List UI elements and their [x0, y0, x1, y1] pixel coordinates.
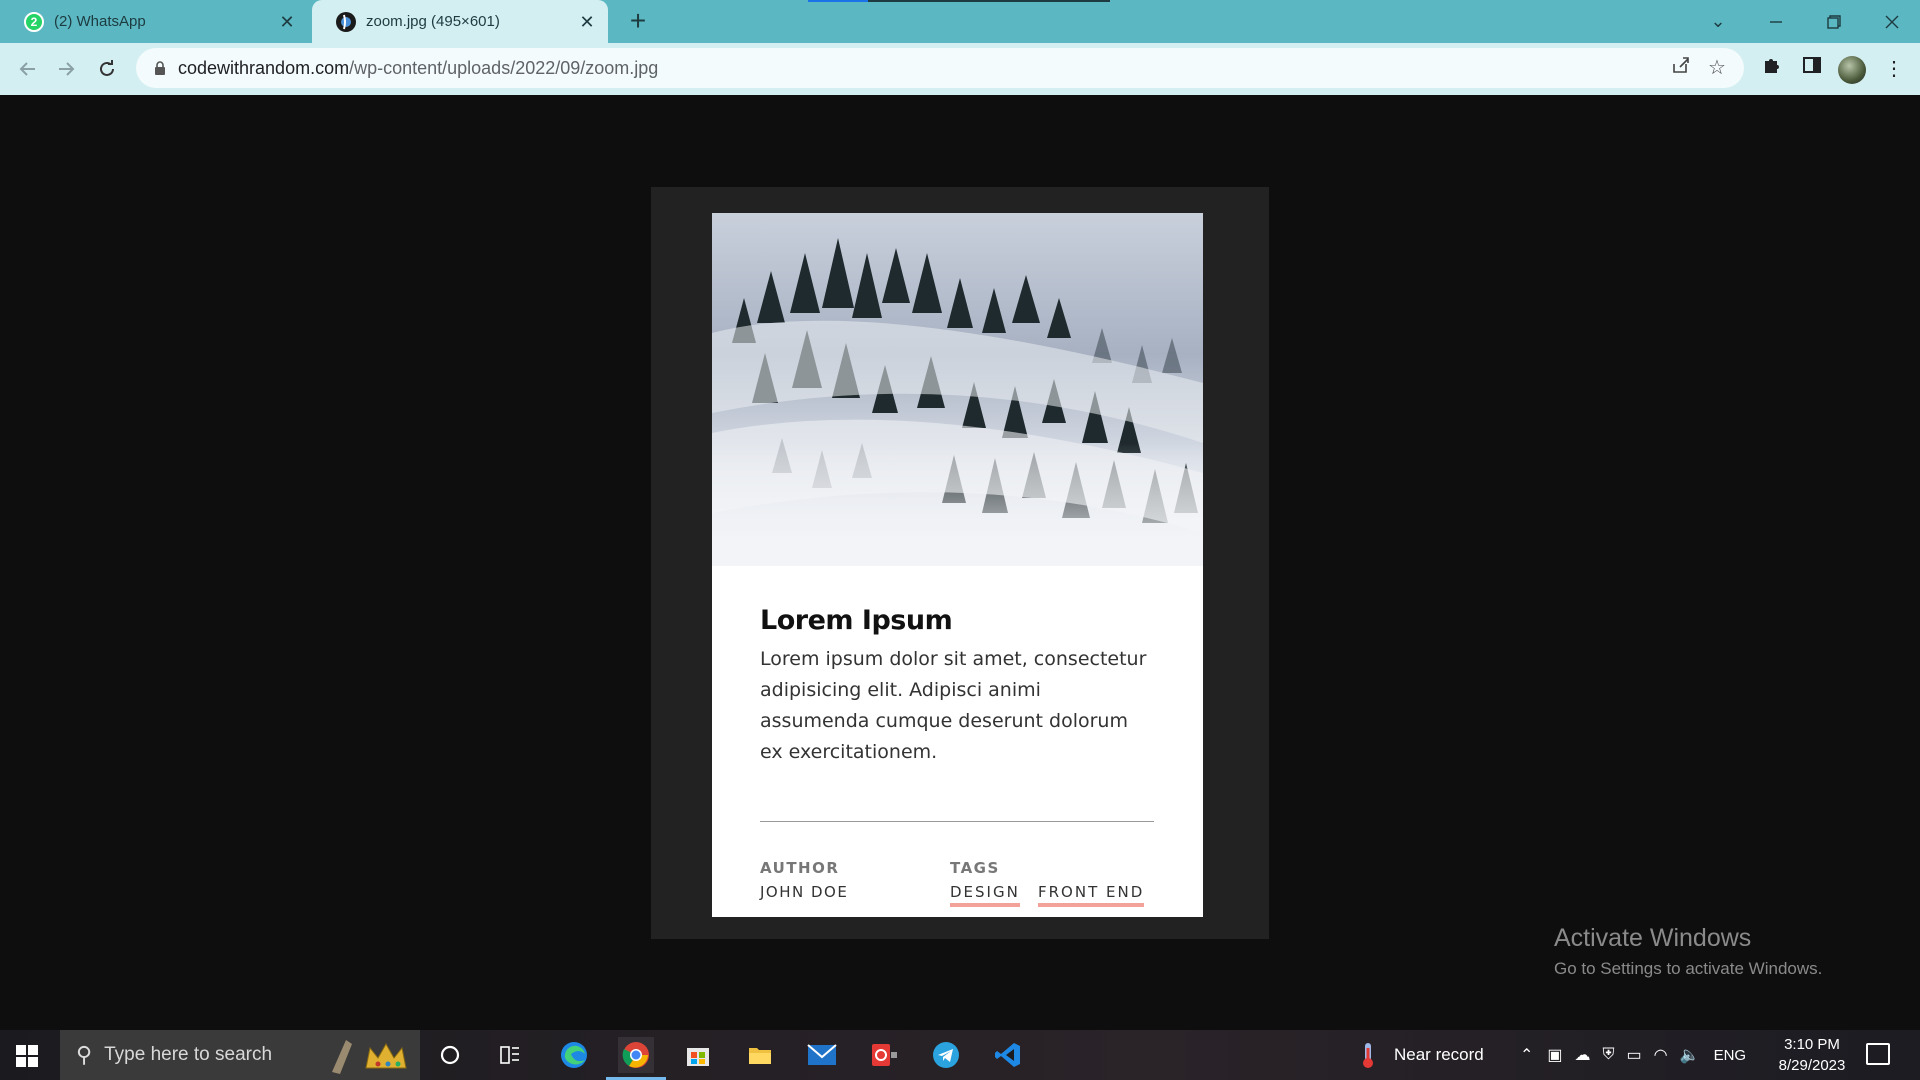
forward-button[interactable]: [50, 53, 82, 85]
address-bar[interactable]: codewithrandom.com/wp-content/uploads/20…: [136, 48, 1744, 88]
clock-date: 8/29/2023: [1778, 1057, 1846, 1074]
new-tab-button[interactable]: +: [624, 7, 652, 35]
close-tab-icon[interactable]: ✕: [576, 11, 598, 33]
wifi-icon[interactable]: ◠: [1654, 1045, 1668, 1065]
image-globe-icon: [336, 11, 356, 32]
tab-whatsapp[interactable]: 2 (2) WhatsApp ✕: [0, 0, 308, 43]
tab-title: zoom.jpg (495×601): [366, 13, 500, 30]
windows-taskbar: ⚲ Type here to search Near record ⌃ ▣ ☁ …: [0, 1030, 1920, 1080]
tag-design: DESIGN: [950, 883, 1020, 907]
file-explorer-icon[interactable]: [742, 1037, 778, 1073]
card-divider: [760, 821, 1154, 822]
telegram-icon[interactable]: [928, 1037, 964, 1073]
cortana-icon[interactable]: [432, 1037, 468, 1073]
chevron-up-icon[interactable]: ⌃: [1520, 1045, 1533, 1065]
browser-toolbar: codewithrandom.com/wp-content/uploads/20…: [0, 43, 1920, 95]
image-viewer-frame: Lorem Ipsum Lorem ipsum dolor sit amet, …: [651, 187, 1269, 939]
taskbar-clock[interactable]: 3:10 PM 8/29/2023: [1766, 1034, 1858, 1076]
side-panel-icon[interactable]: [1798, 55, 1826, 83]
reload-button[interactable]: [91, 53, 123, 85]
url-path: /wp-content/uploads/2022/09/zoom.jpg: [349, 57, 659, 78]
search-placeholder: Type here to search: [104, 1044, 273, 1065]
clock-time: 3:10 PM: [1784, 1036, 1840, 1053]
close-tab-icon[interactable]: ✕: [276, 11, 298, 33]
restore-button[interactable]: [1806, 0, 1862, 43]
task-view-icon[interactable]: [492, 1037, 528, 1073]
tab-title: (2) WhatsApp: [54, 13, 146, 30]
windows-start-icon[interactable]: [16, 1045, 38, 1067]
share-icon[interactable]: [1668, 55, 1694, 81]
misty-forest-image: [712, 213, 1203, 566]
chrome-icon[interactable]: [606, 1037, 666, 1080]
notification-center-icon[interactable]: [1866, 1043, 1890, 1065]
lock-icon: [155, 61, 165, 75]
search-icon: ⚲: [76, 1042, 93, 1067]
minimize-button[interactable]: [1748, 0, 1804, 43]
extensions-puzzle-icon[interactable]: [1758, 55, 1786, 83]
watermark-title: Activate Windows: [1554, 924, 1752, 952]
blog-card: Lorem Ipsum Lorem ipsum dolor sit amet, …: [712, 213, 1203, 917]
battery-icon[interactable]: ▭: [1627, 1045, 1642, 1065]
language-indicator[interactable]: ENG: [1714, 1047, 1747, 1064]
tag-front-end: FRONT END: [1038, 883, 1145, 907]
loading-progress-bar: [808, 0, 1110, 2]
url-host: codewithrandom.com: [178, 57, 350, 78]
card-title: Lorem Ipsum: [760, 605, 953, 636]
author-name: JOHN DOE: [760, 883, 849, 901]
url-text[interactable]: codewithrandom.com/wp-content/uploads/20…: [178, 58, 658, 79]
close-window-button[interactable]: [1864, 0, 1920, 43]
watermark-subtitle: Go to Settings to activate Windows.: [1554, 959, 1823, 978]
edge-icon[interactable]: [556, 1037, 592, 1073]
thermometer-icon: [1363, 1043, 1373, 1068]
back-button[interactable]: [12, 53, 44, 85]
system-tray: ⌃ ▣ ☁ ⛨ ▭ ◠ 🔈 ENG: [1520, 1030, 1746, 1080]
weather-widget[interactable]: Near record: [1356, 1030, 1484, 1080]
tags-label: TAGS: [950, 859, 1000, 877]
activate-windows-watermark: Activate Windows Go to Settings to activ…: [1554, 924, 1822, 979]
card-body: Lorem Ipsum Lorem ipsum dolor sit amet, …: [760, 605, 1156, 768]
tab-search-chevron-icon[interactable]: ⌄: [1690, 0, 1746, 43]
more-menu-icon[interactable]: ⋮: [1880, 55, 1908, 83]
card-description: Lorem ipsum dolor sit amet, consectetur …: [760, 648, 1147, 763]
tab-zoom-image[interactable]: zoom.jpg (495×601) ✕: [312, 0, 608, 43]
onedrive-icon[interactable]: ☁: [1575, 1045, 1591, 1065]
tab-strip: 2 (2) WhatsApp ✕ zoom.jpg (495×601) ✕ + …: [0, 0, 1920, 43]
store-icon[interactable]: [680, 1037, 716, 1073]
volume-icon[interactable]: 🔈: [1680, 1045, 1700, 1065]
search-highlight-crown-icon: [332, 1040, 407, 1074]
whatsapp-icon: 2: [24, 11, 44, 32]
screen-recorder-icon[interactable]: [866, 1037, 902, 1073]
author-label: AUTHOR: [760, 859, 840, 877]
meet-now-icon[interactable]: ▣: [1547, 1045, 1562, 1065]
weather-text: Near record: [1394, 1045, 1484, 1064]
vscode-icon[interactable]: [990, 1037, 1026, 1073]
taskbar-search-box[interactable]: ⚲ Type here to search: [60, 1030, 420, 1080]
profile-avatar[interactable]: [1838, 56, 1866, 84]
bookmark-star-icon[interactable]: ☆: [1704, 55, 1730, 81]
security-icon[interactable]: ⛨: [1603, 1046, 1615, 1064]
mail-icon[interactable]: [804, 1037, 840, 1073]
